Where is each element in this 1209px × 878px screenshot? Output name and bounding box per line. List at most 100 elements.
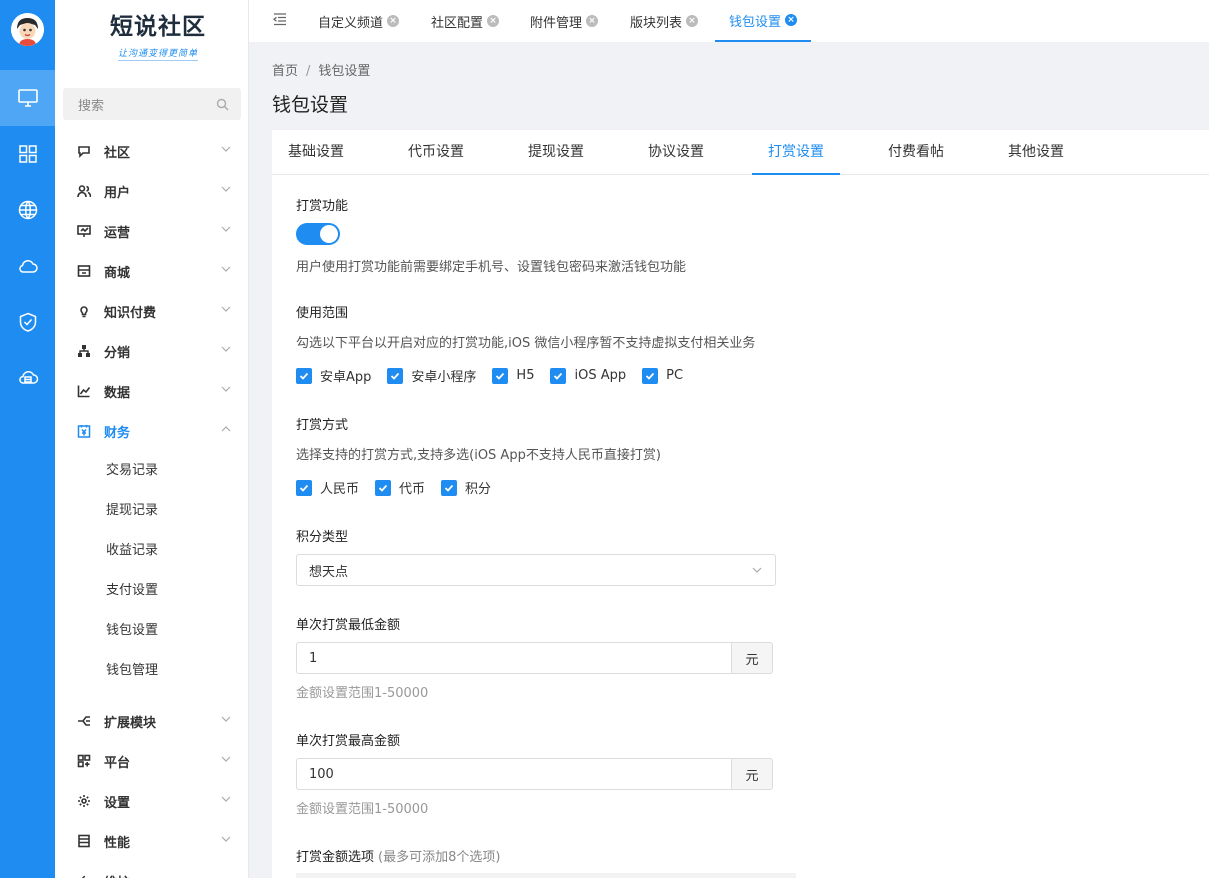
rail-shield-icon[interactable] (0, 294, 55, 350)
tab-agreement-settings[interactable]: 协议设置 (648, 130, 704, 175)
tab-attachments[interactable]: 附件管理 × (530, 0, 599, 42)
search-icon (216, 98, 229, 110)
page-title: 钱包设置 (272, 94, 349, 116)
chevron-down-icon (221, 796, 231, 802)
chevron-down-icon (221, 346, 231, 352)
checkbox-android-miniprogram[interactable]: 安卓小程序 (387, 366, 476, 385)
checkbox-token[interactable]: 代币 (375, 478, 425, 497)
search-input[interactable]: 搜索 (63, 88, 241, 120)
sidebar-item-users[interactable]: 用户 (55, 171, 249, 211)
checkbox-ios-app[interactable]: iOS App (550, 367, 627, 384)
close-icon[interactable]: × (387, 15, 400, 27)
sidebar-subitem-wallet-management[interactable]: 钱包管理 (106, 648, 158, 688)
sidebar-item-performance[interactable]: 性能 (55, 821, 249, 861)
tab-board-list[interactable]: 版块列表 × (630, 0, 699, 42)
checkbox-rmb[interactable]: 人民币 (296, 478, 359, 497)
close-icon[interactable]: × (487, 15, 500, 27)
tab-token-settings[interactable]: 代币设置 (408, 130, 464, 175)
sidebar-subitem-payment-settings[interactable]: 支付设置 (106, 568, 158, 608)
sidebar-item-finance[interactable]: 财务 (55, 411, 249, 451)
tab-custom-channel[interactable]: 自定义频道 × (318, 0, 400, 42)
checkmark-icon (642, 367, 659, 384)
avatar[interactable] (11, 13, 44, 46)
method-checkboxes: 人民币 代币 积分 (296, 478, 507, 497)
tab-community-config[interactable]: 社区配置 × (431, 0, 500, 42)
checkbox-pc[interactable]: PC (642, 367, 684, 384)
amount-options-area (296, 873, 796, 878)
rail-cloud-icon[interactable] (0, 238, 55, 294)
chat-icon (77, 144, 91, 158)
min-amount-input[interactable]: 1 (296, 642, 732, 674)
sidebar-subitem-withdrawals[interactable]: 提现记录 (106, 488, 158, 528)
checkbox-label: 人民币 (320, 482, 360, 497)
method-help: 选择支持的打赏方式,支持多选(iOS App不支持人民币直接打赏) (296, 448, 661, 463)
min-amount-field: 1 元 (296, 642, 773, 674)
max-amount-hint: 金额设置范围1-50000 (296, 802, 429, 817)
checkmark-icon (387, 367, 404, 384)
tab-withdraw-settings[interactable]: 提现设置 (528, 130, 584, 175)
sidebar-item-label: 知识付费 (104, 305, 157, 321)
apps-icon (77, 754, 91, 768)
chevron-down-icon (221, 266, 231, 272)
collapse-menu-icon[interactable] (272, 11, 288, 27)
max-amount-field: 100 元 (296, 758, 773, 790)
presentation-icon (77, 224, 91, 238)
tab-paid-post[interactable]: 付费看帖 (888, 130, 944, 175)
checkbox-label: 安卓小程序 (411, 370, 477, 385)
max-amount-input[interactable]: 100 (296, 758, 732, 790)
checkbox-android-app[interactable]: 安卓App (296, 366, 371, 385)
sidebar-item-operations[interactable]: 运营 (55, 211, 249, 251)
sidebar-item-label: 扩展模块 (104, 715, 157, 731)
checkbox-label: iOS App (574, 368, 627, 383)
sidebar-item-paid-knowledge[interactable]: 知识付费 (55, 291, 249, 331)
rail-grid-icon[interactable] (0, 126, 55, 182)
logo[interactable]: 短说社区 让沟通变得更简单 (103, 12, 213, 72)
reward-feature-help: 用户使用打赏功能前需要绑定手机号、设置钱包密码来激活钱包功能 (296, 260, 687, 275)
tab-reward-settings[interactable]: 打赏设置 (752, 130, 840, 175)
tab-label: 附件管理 (530, 15, 583, 31)
rail-monitor-icon[interactable] (0, 70, 55, 126)
rail-cloud-server-icon[interactable] (0, 350, 55, 406)
tab-other-settings[interactable]: 其他设置 (1008, 130, 1064, 175)
reward-feature-toggle[interactable] (296, 223, 340, 245)
sidebar-item-platform[interactable]: 平台 (55, 741, 249, 781)
points-type-title: 积分类型 (296, 530, 349, 545)
tab-basic-settings[interactable]: 基础设置 (288, 130, 344, 175)
server-icon (77, 834, 91, 848)
chevron-down-icon (221, 146, 231, 152)
checkbox-h5[interactable]: H5 (492, 367, 534, 384)
sidebar-item-label: 社区 (104, 145, 131, 161)
rail-globe-icon[interactable] (0, 182, 55, 238)
method-title: 打赏方式 (296, 418, 349, 433)
sidebar-item-extensions[interactable]: 扩展模块 (55, 701, 249, 741)
sidebar-item-community[interactable]: 社区 (55, 131, 249, 171)
select-value: 想天点 (309, 564, 349, 580)
sidebar-item-distribution[interactable]: 分销 (55, 331, 249, 371)
checkbox-points[interactable]: 积分 (441, 478, 491, 497)
checkmark-icon (441, 479, 458, 496)
tab-label: 版块列表 (630, 15, 683, 31)
sidebar-item-mall[interactable]: 商城 (55, 251, 249, 291)
sidebar-item-label: 数据 (104, 385, 131, 401)
checkbox-label: PC (666, 368, 684, 383)
tab-label: 社区配置 (431, 15, 484, 31)
sidebar-subitem-transactions[interactable]: 交易记录 (106, 448, 158, 488)
amount-options-note: (最多可添加8个选项) (378, 850, 501, 865)
sidebar-subitem-wallet-settings[interactable]: 钱包设置 (106, 608, 158, 648)
lightbulb-icon (77, 304, 91, 318)
chevron-down-icon (221, 716, 231, 722)
close-icon[interactable]: × (586, 15, 599, 27)
sidebar-item-settings[interactable]: 设置 (55, 781, 249, 821)
close-icon[interactable]: × (686, 15, 699, 27)
close-icon[interactable]: × (785, 14, 798, 26)
yuan-calendar-icon (77, 424, 91, 438)
chevron-down-icon (221, 756, 231, 762)
points-type-select[interactable]: 想天点 (296, 554, 776, 586)
sidebar-item-data[interactable]: 数据 (55, 371, 249, 411)
reward-feature-title: 打赏功能 (296, 199, 349, 214)
content-panel: 基础设置 代币设置 提现设置 协议设置 打赏设置 付费看帖 其他设置 打赏功能 … (272, 130, 1209, 878)
tab-wallet-settings[interactable]: 钱包设置 × (715, 0, 812, 42)
sidebar-subitem-earnings[interactable]: 收益记录 (106, 528, 158, 568)
breadcrumb-home[interactable]: 首页 (272, 64, 298, 79)
sidebar-item-maintenance[interactable]: 维护 (55, 861, 249, 878)
